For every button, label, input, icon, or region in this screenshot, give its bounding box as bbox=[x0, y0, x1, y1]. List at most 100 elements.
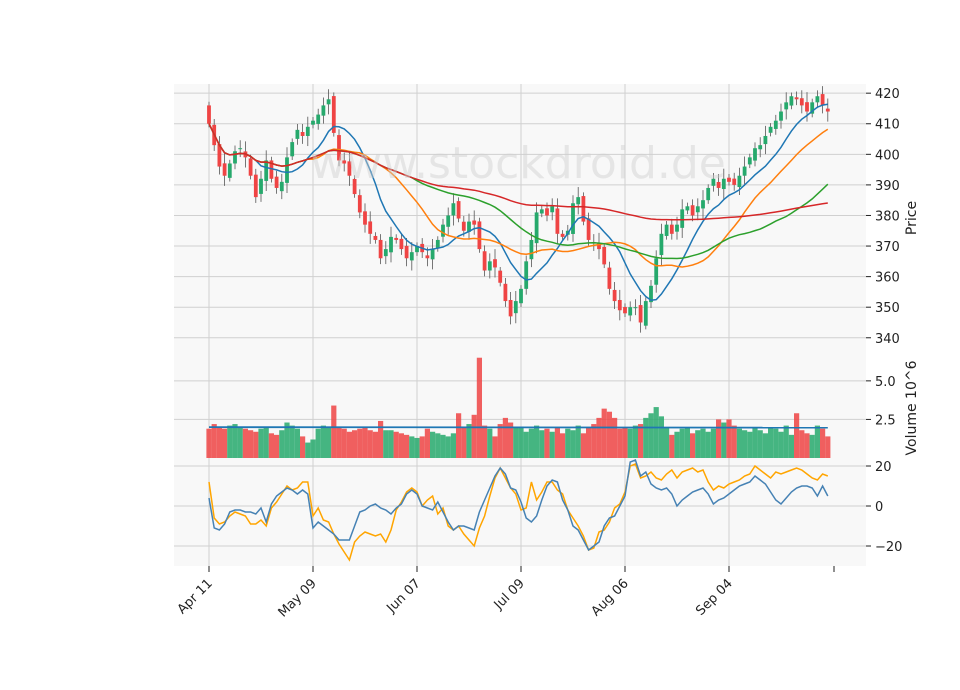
candle-body bbox=[576, 197, 581, 205]
candle-body bbox=[404, 245, 409, 259]
price-ytick-label: 370 bbox=[875, 240, 900, 255]
candle-body bbox=[742, 166, 747, 176]
price-ytick-label: 390 bbox=[875, 179, 900, 194]
volume-bar bbox=[653, 407, 659, 458]
candle-body bbox=[435, 239, 440, 249]
volume-bar bbox=[388, 430, 394, 458]
volume-bar bbox=[289, 425, 295, 458]
volume-bar bbox=[752, 427, 758, 458]
x-axis: Apr 11 May 09 Jun 07 Jul 09 Aug 06 Sep 04 bbox=[175, 566, 835, 620]
volume-bar bbox=[726, 419, 732, 458]
volume-bar bbox=[341, 428, 347, 458]
xtick-label: May 09 bbox=[276, 576, 320, 620]
candle-body bbox=[664, 224, 669, 236]
volume-bar bbox=[497, 424, 503, 458]
candle-body bbox=[675, 224, 679, 232]
volume-bar bbox=[809, 434, 815, 458]
volume-bar bbox=[716, 419, 722, 458]
candle-body bbox=[555, 208, 560, 234]
volume-bar bbox=[383, 430, 389, 458]
candle-body bbox=[680, 209, 685, 228]
volume-bar bbox=[424, 428, 430, 458]
oscillator-ytick-label: 0 bbox=[875, 500, 883, 515]
candle-body bbox=[607, 267, 612, 289]
volume-bar bbox=[648, 413, 654, 458]
volume-bar bbox=[430, 431, 436, 458]
candle-body bbox=[539, 209, 544, 214]
volume-bar bbox=[658, 416, 664, 458]
candle-body bbox=[264, 160, 269, 181]
volume-bar bbox=[258, 428, 264, 458]
volume-bar bbox=[409, 436, 415, 458]
volume-bar bbox=[664, 427, 670, 458]
volume-bar bbox=[248, 430, 254, 458]
volume-bar bbox=[502, 417, 508, 458]
oscillator-background bbox=[174, 458, 866, 566]
candle-body bbox=[623, 307, 627, 314]
volume-bar bbox=[367, 430, 373, 458]
candle-body bbox=[378, 239, 383, 259]
volume-bar bbox=[357, 428, 363, 458]
volume-bar bbox=[352, 430, 358, 458]
volume-bar bbox=[445, 436, 451, 458]
candle-body bbox=[805, 102, 809, 112]
volume-bar bbox=[362, 427, 368, 458]
volume-bar bbox=[274, 434, 280, 458]
candle-body bbox=[451, 203, 456, 216]
volume-bar bbox=[523, 431, 529, 458]
volume-bar bbox=[705, 431, 711, 458]
candle-body bbox=[409, 252, 414, 261]
volume-bar bbox=[690, 433, 696, 458]
volume-bar bbox=[206, 428, 212, 458]
volume-bar bbox=[700, 428, 706, 458]
volume-bar bbox=[586, 427, 592, 458]
candle-body bbox=[799, 98, 804, 106]
volume-bar bbox=[487, 428, 493, 458]
oscillator-ytick-label: 20 bbox=[875, 460, 892, 475]
candle-body bbox=[321, 105, 326, 116]
candle-body bbox=[357, 195, 362, 213]
candle-body bbox=[690, 205, 695, 216]
price-ytick-label: 380 bbox=[875, 209, 900, 224]
xtick-label: Aug 06 bbox=[589, 576, 632, 619]
volume-bar bbox=[305, 442, 311, 458]
volume-bar bbox=[528, 428, 534, 458]
volume-bar bbox=[227, 425, 233, 458]
volume-bar bbox=[731, 425, 737, 458]
candle-body bbox=[227, 163, 232, 178]
candle-body bbox=[825, 108, 830, 112]
candle-body bbox=[295, 129, 300, 139]
price-ytick-label: 420 bbox=[875, 87, 900, 102]
candle-body bbox=[545, 208, 549, 216]
candle-body bbox=[363, 211, 367, 225]
candle-body bbox=[477, 221, 482, 250]
candle-body bbox=[207, 105, 211, 124]
price-ytick-label: 410 bbox=[875, 118, 900, 133]
volume-bar bbox=[788, 434, 794, 458]
volume-bar bbox=[216, 427, 222, 458]
price-axis-label: Price bbox=[904, 201, 920, 235]
candle-body bbox=[794, 97, 799, 100]
candle-body bbox=[685, 206, 690, 211]
candle-body bbox=[513, 301, 518, 314]
xtick-label: Sep 04 bbox=[693, 576, 736, 619]
candle-body bbox=[560, 233, 565, 237]
candle-body bbox=[784, 102, 789, 110]
volume-bar bbox=[710, 428, 716, 458]
candle-body bbox=[612, 289, 617, 302]
candle-body bbox=[248, 158, 253, 176]
candle-body bbox=[638, 305, 643, 323]
volume-bar bbox=[471, 414, 477, 458]
candle-body bbox=[300, 132, 305, 136]
xtick-label: Jun 07 bbox=[384, 576, 424, 616]
volume-bar bbox=[315, 428, 321, 458]
price-panel: 340 350 360 370 380 390 400 410 420 bbox=[174, 84, 900, 350]
volume-ytick-label: 5.0 bbox=[875, 375, 896, 390]
volume-bar bbox=[612, 417, 618, 458]
candle-body bbox=[633, 307, 638, 309]
volume-bar bbox=[747, 431, 753, 458]
volume-bar bbox=[414, 437, 420, 458]
candle-body bbox=[368, 221, 373, 234]
volume-bar bbox=[580, 433, 586, 458]
candle-body bbox=[430, 249, 435, 260]
